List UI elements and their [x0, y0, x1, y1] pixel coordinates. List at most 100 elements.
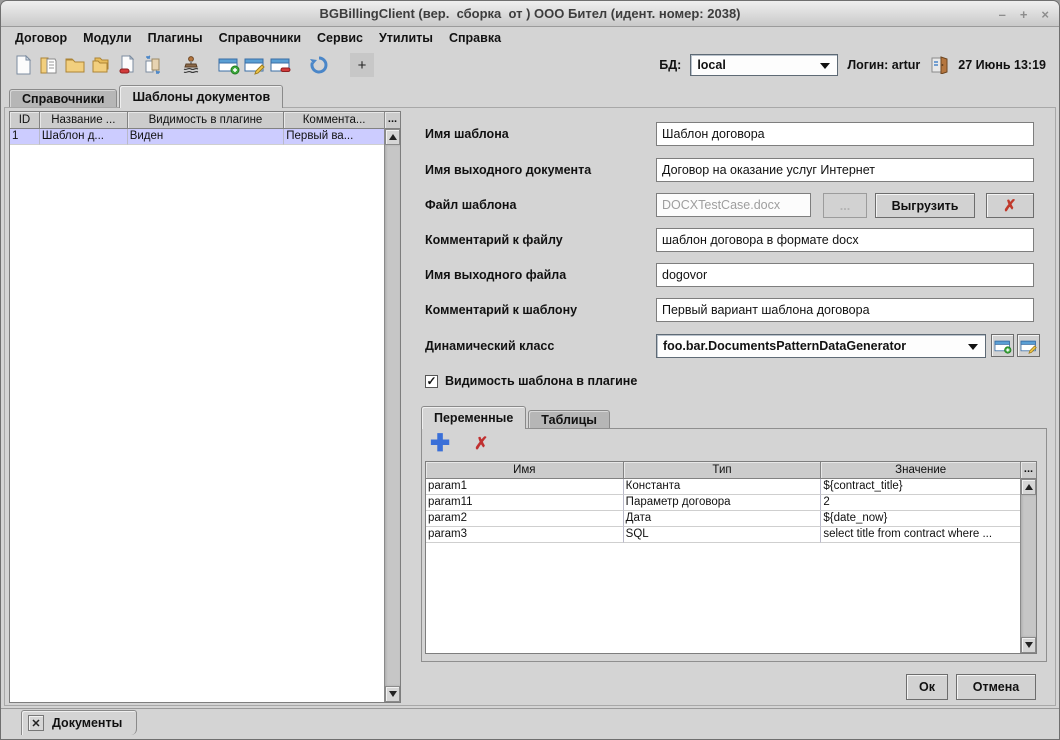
- window-add-icon: [994, 338, 1012, 354]
- output-doc-name-input[interactable]: [656, 158, 1034, 182]
- templates-table-scrollbar[interactable]: ...: [384, 112, 400, 702]
- cell-var-value: select title from contract where ...: [821, 527, 1020, 543]
- cell-visibility: Виден: [128, 129, 285, 145]
- window-edit-icon[interactable]: [242, 52, 268, 78]
- delete-file-button[interactable]: ✗: [986, 193, 1034, 218]
- visibility-checkbox-row[interactable]: ✓ Видимость шаблона в плагине: [425, 374, 637, 388]
- table-row[interactable]: param2 Дата ${date_now}: [426, 511, 1020, 527]
- scroll-up-icon[interactable]: [385, 129, 400, 145]
- tab-tablicy[interactable]: Таблицы: [528, 410, 610, 429]
- window-add-icon[interactable]: [216, 52, 242, 78]
- cell-var-name: param2: [426, 511, 624, 527]
- visibility-checkbox-label: Видимость шаблона в плагине: [445, 374, 637, 388]
- add-tab-button[interactable]: +: [350, 53, 374, 77]
- col-var-type[interactable]: Тип: [624, 462, 822, 479]
- close-tab-icon[interactable]: ✕: [28, 715, 44, 731]
- scroll-up-icon[interactable]: [1021, 479, 1036, 495]
- window-edit-icon: [1020, 338, 1038, 354]
- cell-var-type: Параметр договора: [624, 495, 822, 511]
- window-remove-icon[interactable]: [268, 52, 294, 78]
- tab-dokumenty-label: Документы: [52, 716, 122, 730]
- add-variable-icon[interactable]: ✚: [430, 434, 450, 454]
- table-options-button[interactable]: ...: [385, 112, 400, 129]
- scroll-track[interactable]: [385, 145, 400, 686]
- menu-utility[interactable]: Утилиты: [372, 29, 440, 47]
- checkbox-checked-icon[interactable]: ✓: [425, 375, 438, 388]
- menu-dogovor[interactable]: Договор: [8, 29, 74, 47]
- menu-moduli[interactable]: Модули: [76, 29, 138, 47]
- delete-variable-icon[interactable]: ✗: [474, 434, 488, 454]
- folder-icon[interactable]: [62, 52, 88, 78]
- dynamic-class-label: Динамический класс: [425, 334, 554, 358]
- variables-table-scrollbar[interactable]: ...: [1020, 462, 1036, 653]
- browse-button: ...: [823, 193, 867, 218]
- tab-peremennye[interactable]: Переменные: [421, 406, 526, 429]
- new-document-icon[interactable]: [10, 52, 36, 78]
- template-comment-input[interactable]: [656, 298, 1034, 322]
- app-window: BGBillingClient (вер. сборка от ) ООО Би…: [0, 0, 1060, 740]
- edit-class-button[interactable]: [1017, 334, 1040, 357]
- login-label: Логин: artur: [847, 58, 920, 72]
- cancel-button[interactable]: Отмена: [956, 674, 1036, 700]
- door-exit-icon[interactable]: [929, 55, 949, 75]
- cell-var-type: Дата: [624, 511, 822, 527]
- menu-spravochniki[interactable]: Справочники: [212, 29, 308, 47]
- stamp-icon[interactable]: [178, 52, 204, 78]
- menu-plaginy[interactable]: Плагины: [141, 29, 210, 47]
- upload-button[interactable]: Выгрузить: [875, 193, 975, 218]
- table-row[interactable]: param3 SQL select title from contract wh…: [426, 527, 1020, 543]
- template-name-input[interactable]: [656, 122, 1034, 146]
- inner-tab-bar: Переменные Таблицы: [421, 406, 612, 429]
- scroll-down-icon[interactable]: [1021, 637, 1036, 653]
- menu-spravka[interactable]: Справка: [442, 29, 508, 47]
- tab-shablony-dokumentov-label: Шаблоны документов: [132, 90, 270, 104]
- templates-table: ID Название ... Видимость в плагине Комм…: [9, 111, 401, 703]
- dynamic-class-select[interactable]: foo.bar.DocumentsPatternDataGenerator: [656, 334, 986, 358]
- output-file-name-input[interactable]: [656, 263, 1034, 287]
- add-class-button[interactable]: [991, 334, 1014, 357]
- table-row[interactable]: param11 Параметр договора 2: [426, 495, 1020, 511]
- scroll-track[interactable]: [1021, 495, 1036, 637]
- tab-dokumenty[interactable]: ✕ Документы: [21, 710, 137, 735]
- col-comment[interactable]: Коммента...: [284, 112, 384, 129]
- col-name[interactable]: Название ...: [40, 112, 128, 129]
- dialog-buttons: Ок Отмена: [1, 674, 1059, 700]
- tab-spravochniki[interactable]: Справочники: [9, 89, 117, 108]
- table-options-button[interactable]: ...: [1021, 462, 1036, 479]
- tab-tablicy-label: Таблицы: [541, 413, 597, 427]
- chevron-down-icon: [968, 344, 978, 350]
- minimize-icon[interactable]: –: [999, 8, 1006, 21]
- table-row[interactable]: 1 Шаблон д... Виден Первый ва...: [10, 129, 384, 145]
- folders-icon[interactable]: [88, 52, 114, 78]
- ok-button[interactable]: Ок: [906, 674, 948, 700]
- db-select[interactable]: local: [690, 54, 838, 76]
- template-file-label: Файл шаблона: [425, 193, 516, 217]
- copy-move-document-icon[interactable]: [140, 52, 166, 78]
- output-file-name-label: Имя выходного файла: [425, 263, 566, 287]
- toolbar: + БД: local Логин: artur 27 Июнь 13:19: [2, 49, 1058, 81]
- template-name-label: Имя шаблона: [425, 122, 509, 146]
- maximize-icon[interactable]: +: [1020, 8, 1028, 21]
- col-var-value[interactable]: Значение: [821, 462, 1020, 479]
- menu-servis[interactable]: Сервис: [310, 29, 370, 47]
- col-visibility[interactable]: Видимость в плагине: [128, 112, 285, 129]
- file-comment-input[interactable]: [656, 228, 1034, 252]
- col-var-name[interactable]: Имя: [426, 462, 624, 479]
- tab-spravochniki-label: Справочники: [22, 92, 104, 106]
- remove-document-icon[interactable]: [114, 52, 140, 78]
- file-comment-label: Комментарий к файлу: [425, 228, 563, 252]
- table-row[interactable]: param1 Константа ${contract_title}: [426, 479, 1020, 495]
- main-tab-bar: Справочники Шаблоны документов: [9, 85, 285, 108]
- col-id[interactable]: ID: [10, 112, 40, 129]
- datetime-label: 27 Июнь 13:19: [958, 58, 1046, 72]
- open-document-icon[interactable]: [36, 52, 62, 78]
- title-bar[interactable]: BGBillingClient (вер. сборка от ) ООО Би…: [1, 1, 1059, 27]
- output-doc-name-label: Имя выходного документа: [425, 158, 591, 182]
- refresh-icon[interactable]: [306, 52, 332, 78]
- close-icon[interactable]: ×: [1041, 8, 1049, 21]
- variables-table-header: Имя Тип Значение: [426, 462, 1020, 479]
- variables-table-empty-area: [426, 543, 1020, 653]
- tab-shablony-dokumentov[interactable]: Шаблоны документов: [119, 85, 283, 108]
- template-file-input: [656, 193, 811, 217]
- cell-var-value: ${date_now}: [821, 511, 1020, 527]
